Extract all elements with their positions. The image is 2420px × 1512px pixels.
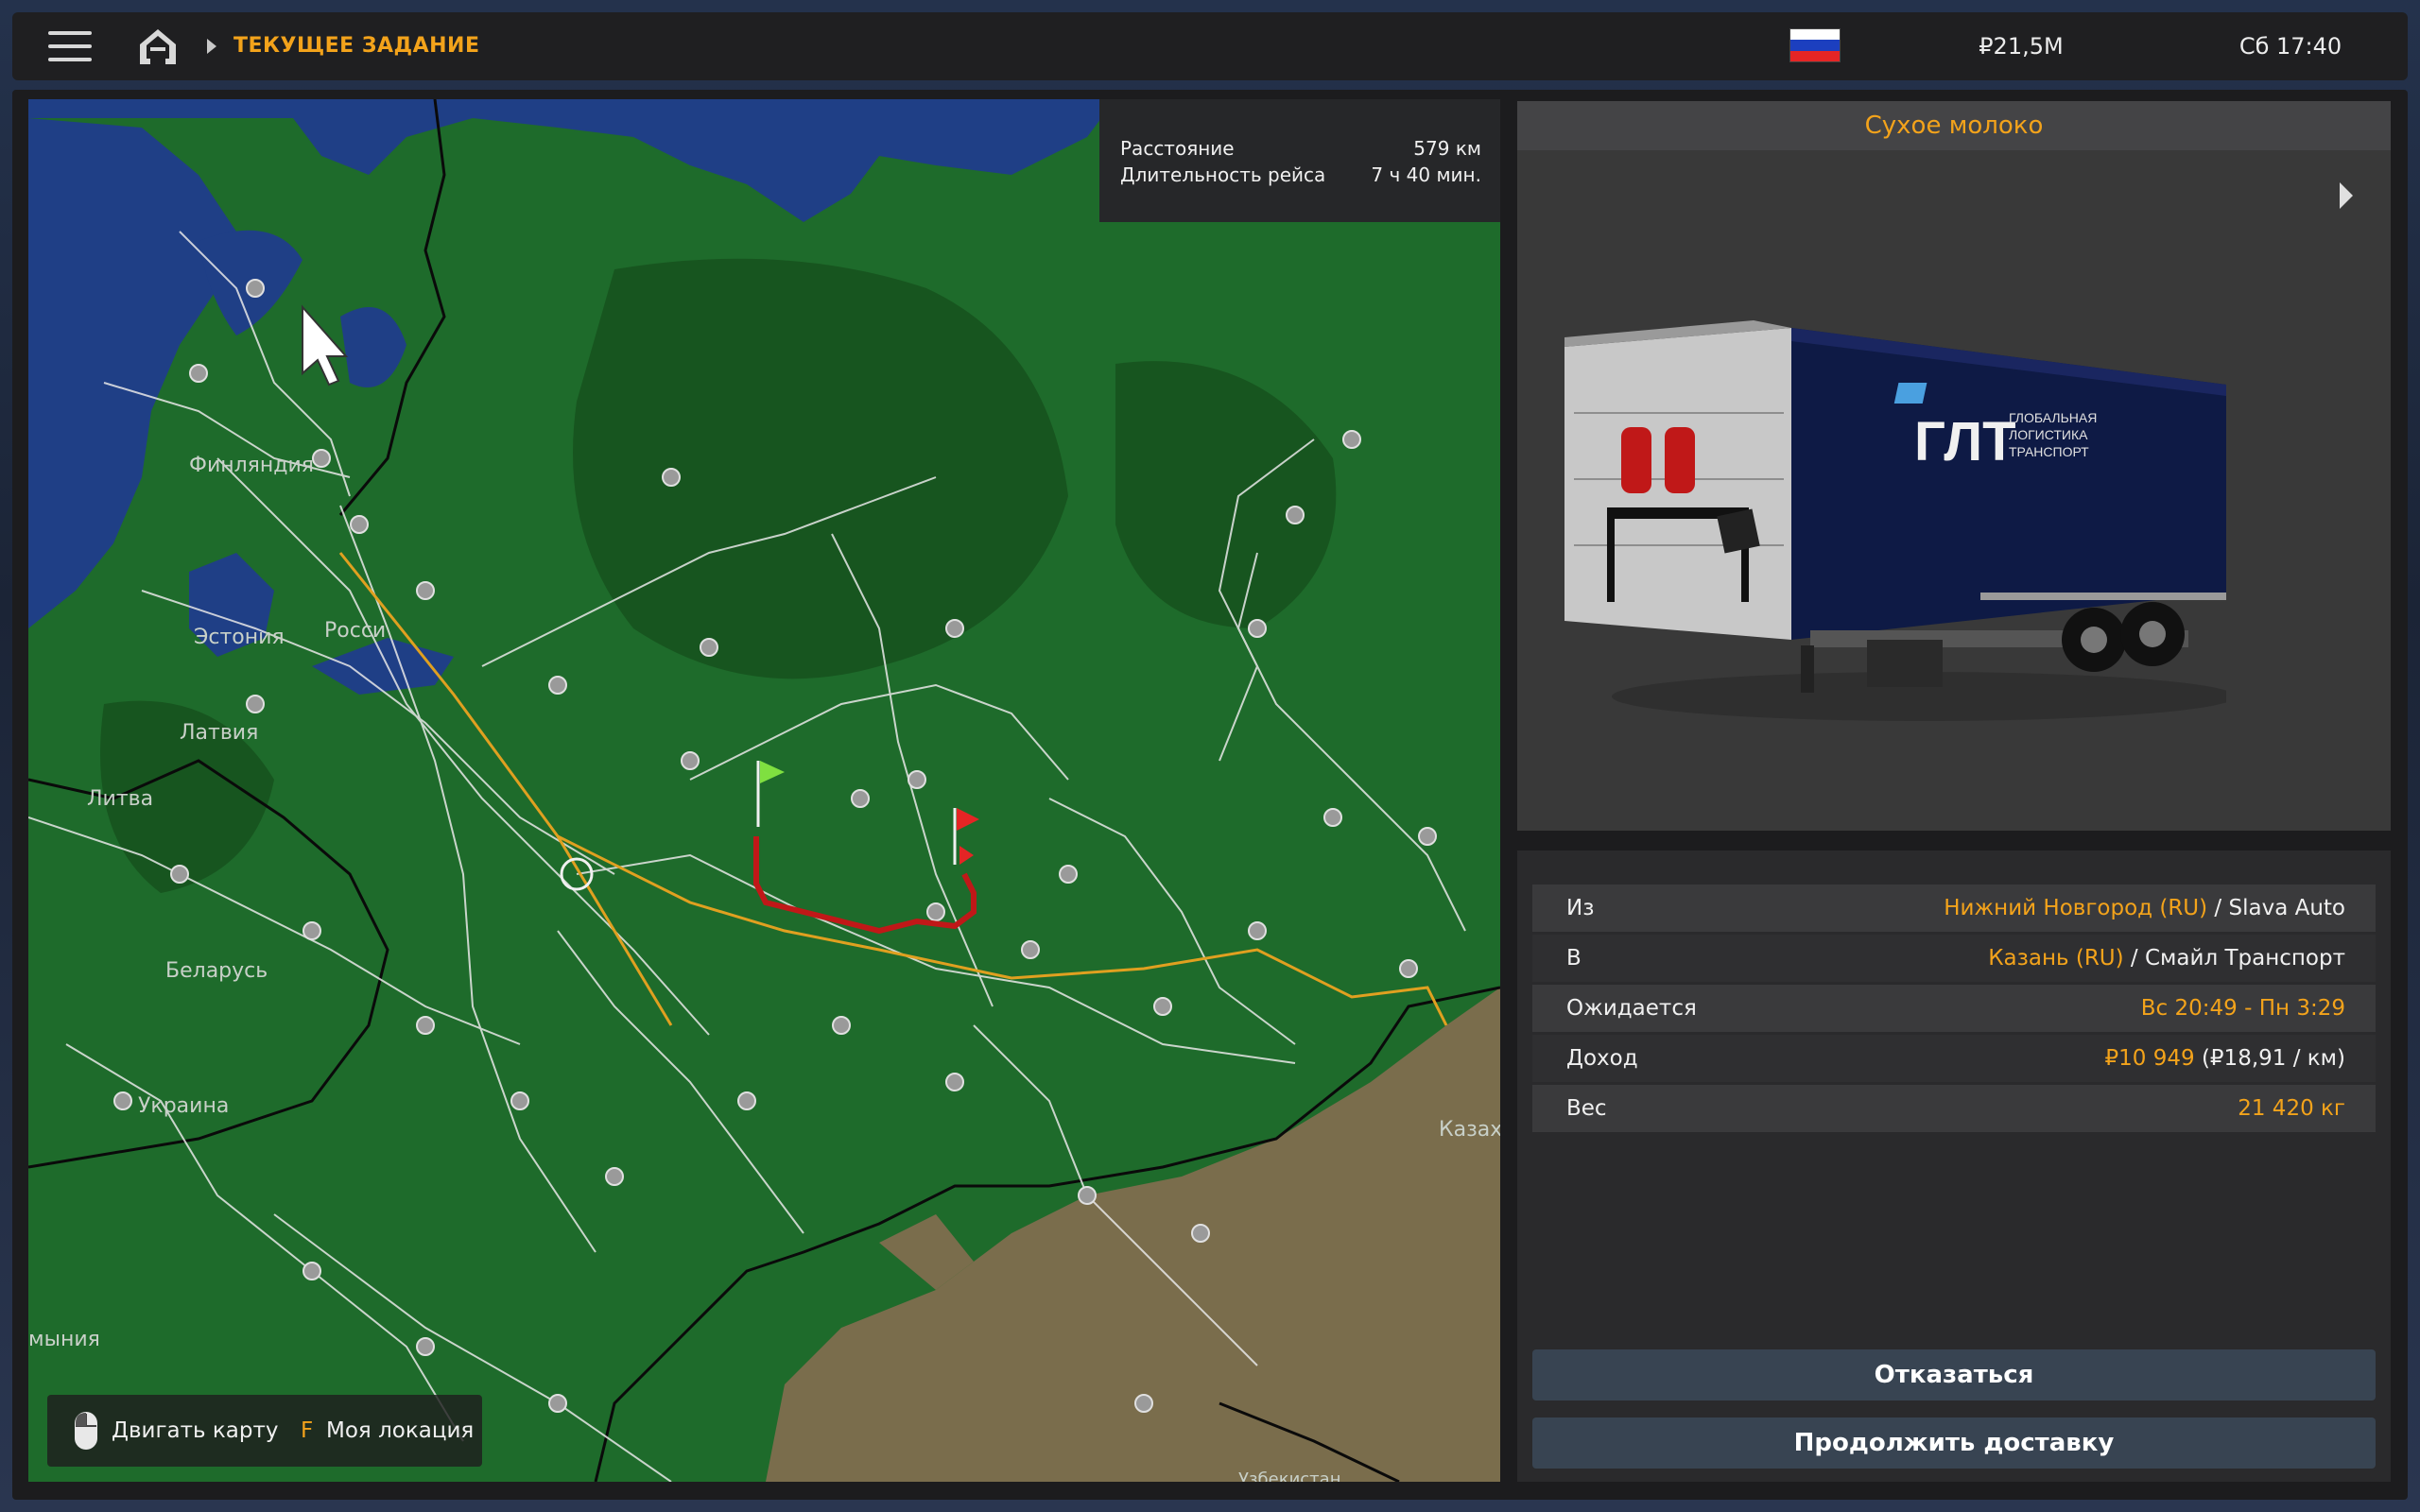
- duration-value: 7 ч 40 мин.: [1371, 163, 1481, 186]
- breadcrumb-title: ТЕКУЩЕЕ ЗАДАНИЕ: [233, 34, 480, 58]
- detail-value-rest: / Смайл Транспорт: [2123, 946, 2345, 971]
- detail-row-to: В Казань (RU) / Смайл Транспорт: [1532, 935, 2376, 982]
- next-trailer-arrow-icon[interactable]: [2340, 182, 2353, 209]
- detail-value-highlight: 21 420 кг: [2238, 1096, 2345, 1121]
- distance-row: Расстояние 579 км: [1120, 135, 1481, 162]
- route-map[interactable]: Финляндия Эстония Росси Латвия Литва Бел…: [28, 99, 1500, 1482]
- trailer-tagline-1: ГЛОБАЛЬНАЯ: [2009, 410, 2097, 425]
- map-label-russia: Росси: [324, 619, 387, 643]
- chevron-right-icon: [207, 39, 216, 54]
- detail-row-from: Из Нижний Новгород (RU) / Slava Auto: [1532, 885, 2376, 932]
- cargo-preview: Сухое молоко ГЛТ ГЛОБАЛЬНАЯ ЛОГИСТИКА ТР…: [1517, 101, 2391, 831]
- distance-label: Расстояние: [1120, 137, 1235, 160]
- map-label-ukraine: Украина: [138, 1094, 230, 1118]
- trailer-image: ГЛТ ГЛОБАЛЬНАЯ ЛОГИСТИКА ТРАНСПОРТ: [1564, 320, 2226, 721]
- detail-label: Ожидается: [1566, 996, 1697, 1021]
- mouse-icon: [75, 1412, 97, 1450]
- map-label-latvia: Латвия: [180, 721, 259, 745]
- game-clock: Сб 17:40: [2238, 33, 2342, 60]
- detail-value-highlight: Нижний Новгород (RU): [1944, 896, 2208, 920]
- trailer-tagline-3: ТРАНСПОРТ: [2009, 444, 2089, 459]
- detail-value-rest: / Slava Auto: [2207, 896, 2345, 920]
- map-label-uzbekistan: Узбекистан: [1238, 1469, 1341, 1482]
- home-icon[interactable]: [137, 26, 179, 66]
- detail-label: Из: [1566, 896, 1595, 920]
- trip-info-box: Расстояние 579 км Длительность рейса 7 ч…: [1099, 99, 1500, 222]
- detail-row-expected: Ожидается Вс 20:49 - Пн 3:29: [1532, 985, 2376, 1032]
- map-label-lithuania: Литва: [87, 787, 154, 811]
- map-label-kazakhstan: Казах: [1439, 1118, 1500, 1142]
- duration-row: Длительность рейса 7 ч 40 мин.: [1120, 162, 1481, 188]
- duration-label: Длительность рейса: [1120, 163, 1326, 186]
- map-label-finland: Финляндия: [189, 454, 315, 477]
- map-label-romania: мыния: [28, 1328, 100, 1351]
- cargo-name: Сухое молоко: [1517, 101, 2391, 150]
- detail-label: Вес: [1566, 1096, 1607, 1121]
- detail-value-rest: (₽18,91 / км): [2194, 1046, 2345, 1071]
- continue-delivery-button[interactable]: Продолжить доставку: [1532, 1418, 2376, 1469]
- top-bar: ТЕКУЩЕЕ ЗАДАНИЕ ₽21,5M Сб 17:40: [12, 12, 2408, 80]
- map-label-estonia: Эстония: [194, 626, 285, 649]
- hamburger-menu-icon[interactable]: [48, 29, 92, 63]
- russia-flag-icon: [1789, 28, 1841, 62]
- hint-key-f: F: [301, 1418, 314, 1443]
- detail-row-weight: Вес 21 420 кг: [1532, 1085, 2376, 1132]
- map-canvas: [28, 99, 1500, 1482]
- hint-move-map: Двигать карту: [112, 1418, 279, 1443]
- trailer-tagline-2: ЛОГИСТИКА: [2009, 427, 2088, 442]
- decline-button[interactable]: Отказаться: [1532, 1349, 2376, 1400]
- detail-value-highlight: Вс 20:49 - Пн 3:29: [2140, 996, 2345, 1021]
- trailer-brand-text: ГЛТ: [1914, 411, 2016, 472]
- detail-label: В: [1566, 946, 1582, 971]
- map-controls-hint: Двигать карту F Моя локация: [47, 1395, 482, 1467]
- detail-label: Доход: [1566, 1046, 1638, 1071]
- map-label-belarus: Беларусь: [165, 959, 268, 983]
- money-balance: ₽21,5M: [1979, 33, 2064, 60]
- hint-my-location[interactable]: Моя локация: [326, 1418, 474, 1444]
- detail-value-highlight: ₽10 949: [2104, 1046, 2195, 1071]
- detail-value-highlight: Казань (RU): [1988, 946, 2124, 971]
- detail-row-income: Доход ₽10 949 (₽18,91 / км): [1532, 1035, 2376, 1082]
- job-details: Из Нижний Новгород (RU) / Slava Auto В К…: [1517, 850, 2391, 1482]
- distance-value: 579 км: [1413, 137, 1481, 160]
